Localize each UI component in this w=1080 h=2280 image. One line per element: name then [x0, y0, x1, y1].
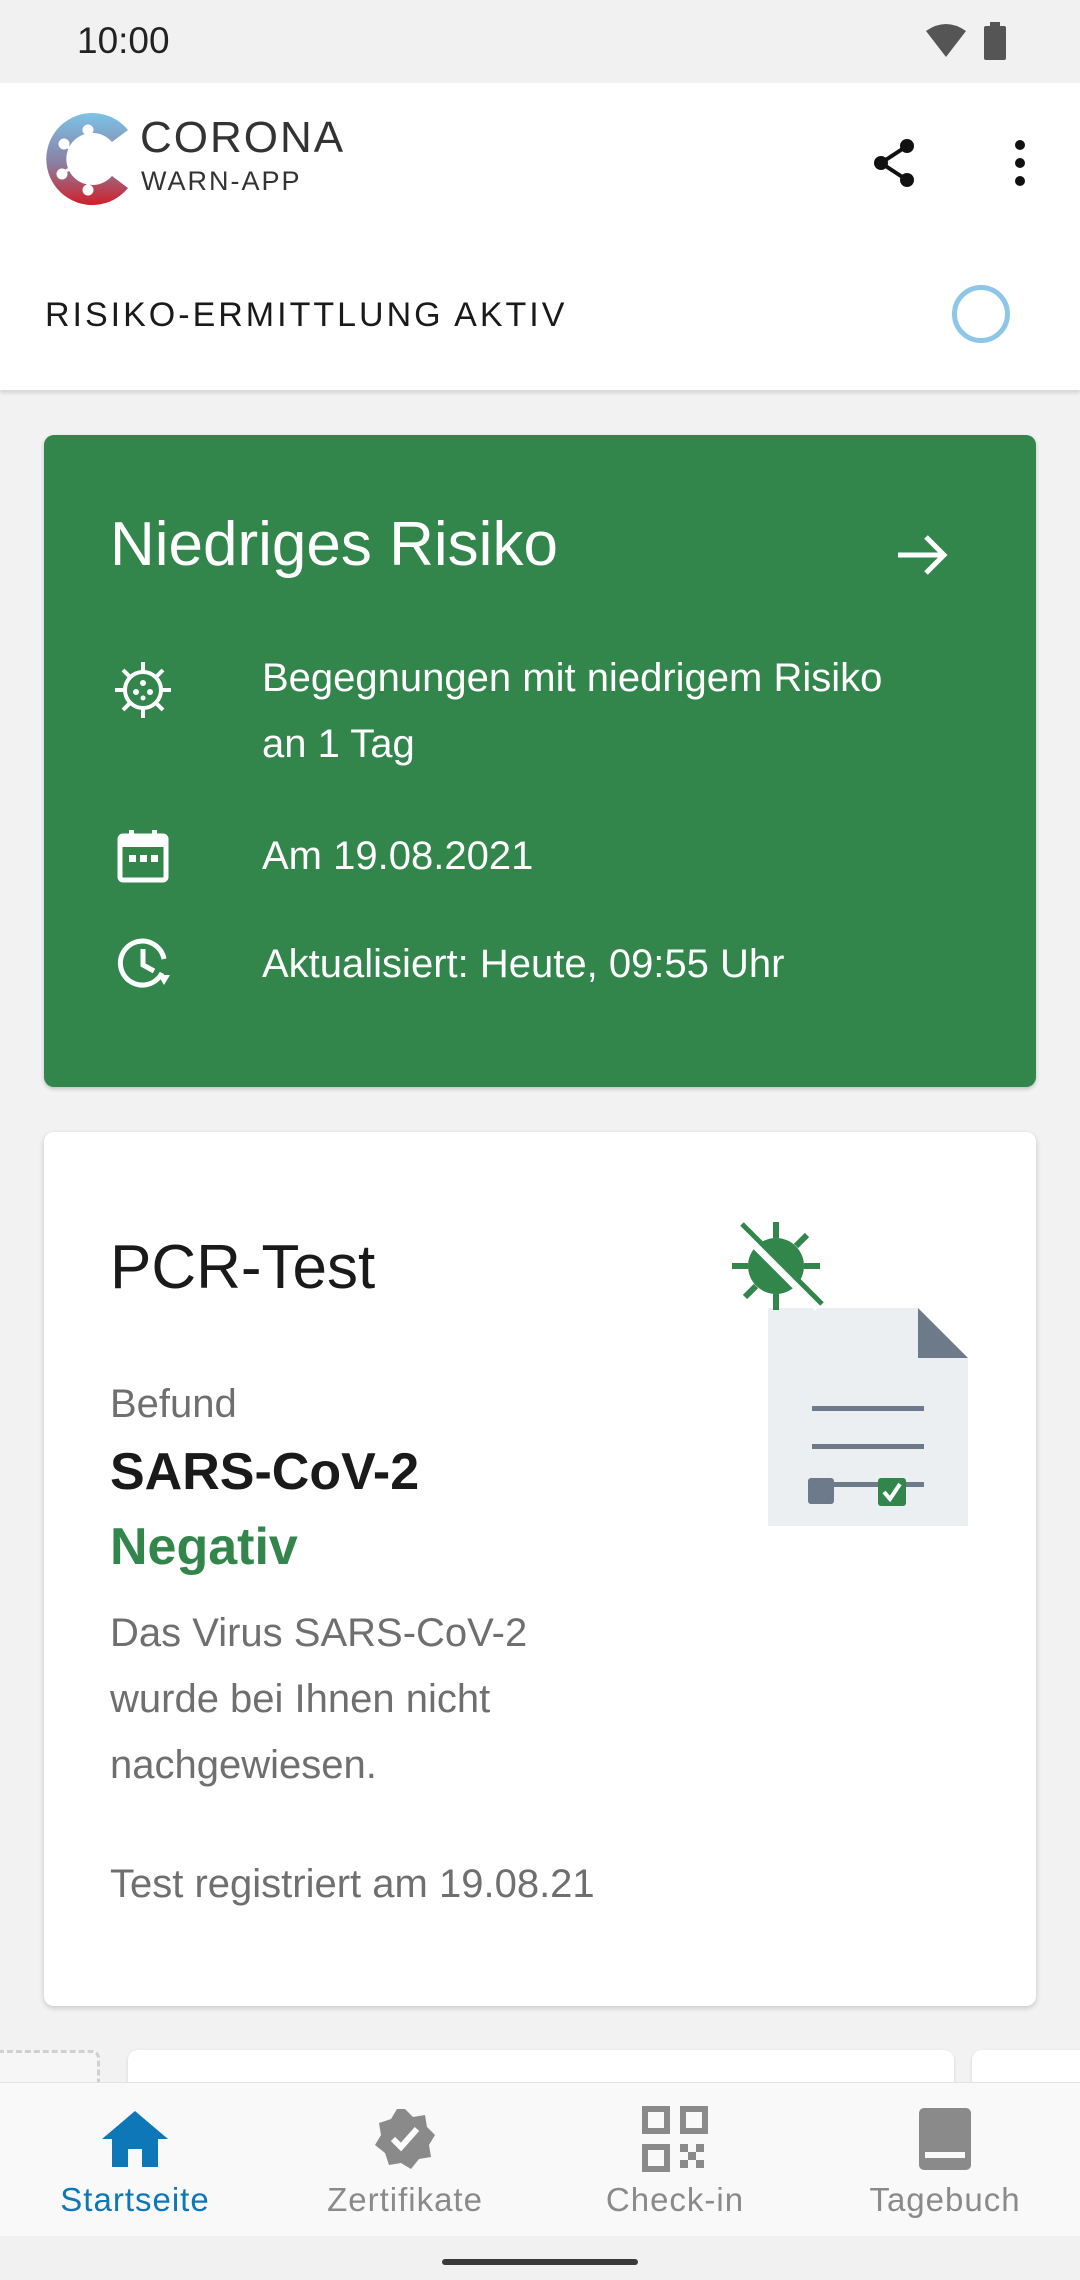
share-icon	[874, 139, 914, 187]
brand-subtitle: WARN-APP	[141, 166, 302, 196]
risk-status-label: RISIKO-ERMITTLUNG AKTIV	[45, 296, 568, 334]
virus-icon	[115, 662, 171, 718]
risk-encounters-line2: an 1 Tag	[262, 722, 415, 766]
test-description-line2: wurde bei Ihnen nicht	[110, 1677, 491, 1721]
test-title: PCR-Test	[110, 1233, 376, 1302]
pcr-test-card[interactable]: PCR-Test Befund SARS-CoV-2 Negativ Das V…	[44, 1132, 1036, 2006]
risk-title: Niedriges Risiko	[110, 510, 558, 579]
clock-refresh-icon	[117, 938, 170, 988]
bottom-navigation: Startseite Zertifikate Check-in Tagebuch	[0, 2082, 1080, 2236]
nav-item-check-in[interactable]: Check-in	[540, 2083, 810, 2236]
risk-date-text: Am 19.08.2021	[262, 834, 534, 878]
app-header: CORONA WARN-APP RISIKO-ERMITTLUNG AKTIV	[0, 83, 1080, 390]
risk-row-date: Am 19.08.2021	[110, 823, 533, 889]
wifi-icon	[926, 24, 966, 57]
nav-label-tagebuch: Tagebuch	[869, 2181, 1021, 2218]
risk-encounters-line1: Begegnungen mit niedrigem Risiko	[262, 656, 883, 700]
home-icon	[102, 2111, 168, 2167]
nav-item-startseite[interactable]: Startseite	[0, 2083, 270, 2236]
share-button[interactable]	[866, 135, 922, 191]
risk-row-encounters: Begegnungen mit niedrigem Risiko an 1 Ta…	[110, 656, 882, 766]
risk-card[interactable]: Niedriges Risiko Begegnungen mit niedrig…	[44, 435, 1036, 1087]
arrow-right-icon	[898, 535, 948, 575]
nav-label-startseite: Startseite	[60, 2181, 210, 2218]
brand-title: CORONA	[140, 113, 346, 162]
virus-name: SARS-CoV-2	[110, 1443, 420, 1501]
nav-label-zertifikate: Zertifikate	[327, 2181, 483, 2218]
test-registered-date: Test registriert am 19.08.21	[110, 1862, 595, 1906]
risk-status-indicator	[952, 285, 1010, 343]
home-gesture-bar[interactable]	[442, 2259, 638, 2265]
nav-item-tagebuch[interactable]: Tagebuch	[810, 2083, 1080, 2236]
nav-label-check-in: Check-in	[605, 2181, 745, 2218]
calendar-icon	[117, 830, 169, 883]
gesture-area	[0, 2236, 1080, 2280]
book-icon	[919, 2108, 971, 2170]
test-description: Das Virus SARS-CoV-2 wurde bei Ihnen nic…	[110, 1600, 630, 1798]
nav-item-zertifikate[interactable]: Zertifikate	[270, 2083, 540, 2236]
test-description-line3: nachgewiesen.	[110, 1743, 377, 1787]
status-time: 10:00	[77, 20, 170, 61]
qr-code-icon	[642, 2106, 708, 2172]
battery-icon	[984, 22, 1006, 60]
certificate-icon	[375, 2109, 435, 2169]
test-description-line1: Das Virus SARS-CoV-2	[110, 1611, 528, 1655]
corona-warn-app-logo	[46, 113, 128, 205]
overflow-menu-button[interactable]	[992, 135, 1048, 191]
more-vertical-icon	[1015, 140, 1025, 186]
test-result: Negativ	[110, 1518, 298, 1576]
risk-row-updated: Aktualisiert: Heute, 09:55 Uhr	[110, 931, 784, 997]
risk-updated-text: Aktualisiert: Heute, 09:55 Uhr	[262, 942, 785, 986]
status-bar: 10:00	[0, 0, 1080, 83]
status-icons	[926, 22, 1006, 60]
befund-label: Befund	[110, 1382, 237, 1426]
negative-test-document-icon	[732, 1222, 968, 1526]
